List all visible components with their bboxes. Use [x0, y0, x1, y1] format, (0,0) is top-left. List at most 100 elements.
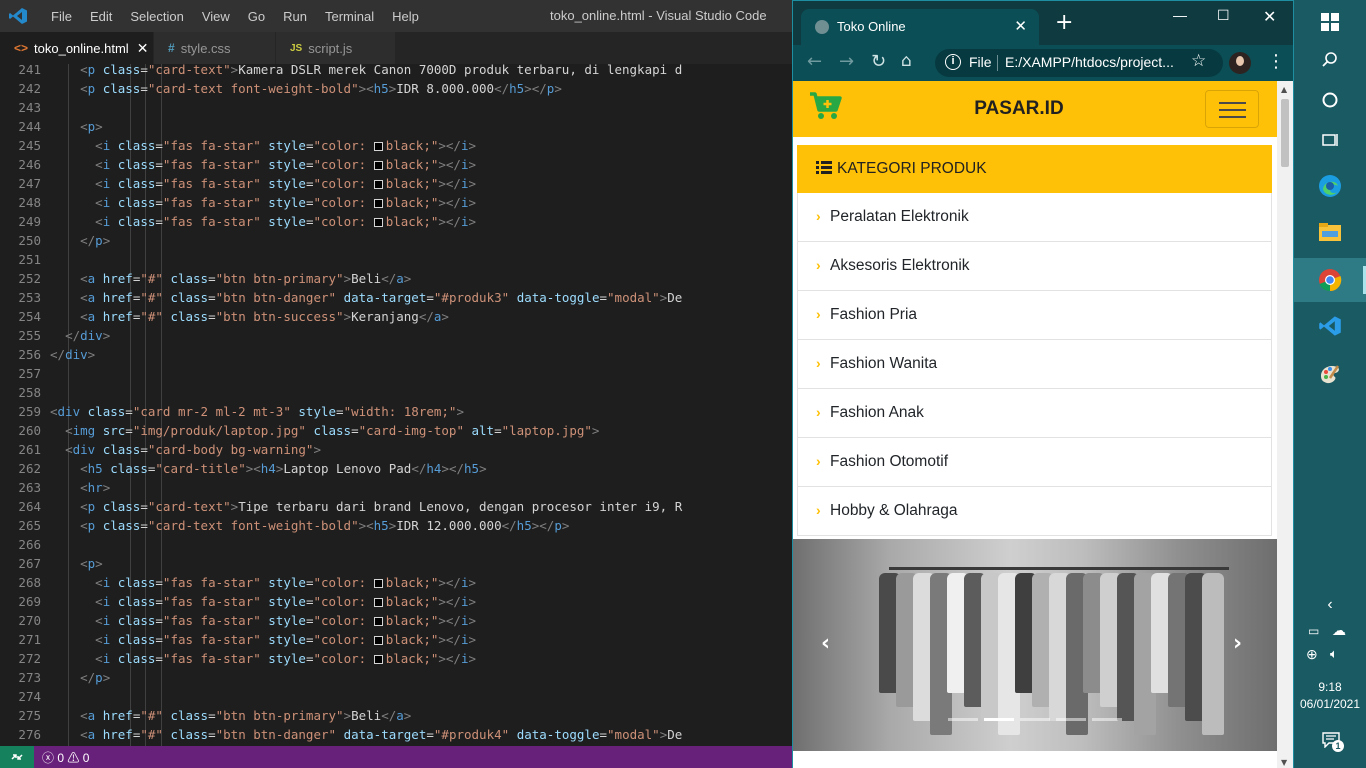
- browser-tab[interactable]: Toko Online ✕: [801, 9, 1039, 45]
- code-line[interactable]: 243: [0, 98, 792, 117]
- code-line[interactable]: 254 <a href="#" class="btn btn-success">…: [0, 307, 792, 326]
- onedrive-cloud-icon[interactable]: ☁: [1332, 622, 1346, 639]
- menu-kebab-icon[interactable]: ⋮: [1267, 51, 1285, 72]
- url-text[interactable]: E:/XAMPP/htdocs/project...: [1005, 54, 1174, 70]
- page-scrollbar[interactable]: ▲ ▼: [1277, 81, 1293, 768]
- code-line[interactable]: 258: [0, 383, 792, 402]
- scroll-up-icon[interactable]: ▲: [1281, 85, 1287, 94]
- show-hidden-icons-chevron-icon[interactable]: ‹: [1294, 596, 1366, 614]
- code-line[interactable]: 250 </p>: [0, 231, 792, 250]
- code-line[interactable]: 264 <p class="card-text">Tipe terbaru da…: [0, 497, 792, 516]
- code-line[interactable]: 253 <a href="#" class="btn btn-danger" d…: [0, 288, 792, 307]
- minimize-icon[interactable]: —: [1173, 7, 1187, 23]
- menu-view[interactable]: View: [193, 9, 239, 24]
- code-line[interactable]: 245 <i class="fas fa-star" style="color:…: [0, 136, 792, 155]
- code-editor[interactable]: 241 <p class="card-text">Kamera DSLR mer…: [0, 64, 792, 746]
- code-line[interactable]: 259 <div class="card mr-2 ml-2 mt-3" styl…: [0, 402, 792, 421]
- code-line[interactable]: 275 <a href="#" class="btn btn-primary">…: [0, 706, 792, 725]
- new-tab-icon[interactable]: +: [1055, 12, 1073, 34]
- edge-icon[interactable]: [1294, 164, 1366, 208]
- search-icon[interactable]: [1294, 38, 1366, 82]
- home-icon[interactable]: ⌂: [901, 51, 912, 71]
- problems-indicator[interactable]: ⓧ 0 ⚠ 0: [42, 749, 89, 766]
- color-swatch-icon[interactable]: [373, 199, 383, 208]
- code-line[interactable]: 252 <a href="#" class="btn btn-primary">…: [0, 269, 792, 288]
- code-line[interactable]: 267 <p>: [0, 554, 792, 573]
- clock-date[interactable]: 06/01/2021: [1294, 697, 1366, 711]
- code-line[interactable]: 261 <div class="card-body bg-warning">: [0, 440, 792, 459]
- category-item[interactable]: › Peralatan Elektronik: [797, 193, 1272, 242]
- carousel-indicator[interactable]: [1056, 718, 1086, 721]
- tab-style-css[interactable]: # style.css: [154, 32, 276, 64]
- carousel-next-icon[interactable]: ›: [1233, 631, 1242, 656]
- address-bar[interactable]: i File E:/XAMPP/htdocs/project...: [935, 49, 1223, 77]
- category-item[interactable]: › Fashion Otomotif: [797, 438, 1272, 487]
- color-swatch-icon[interactable]: [373, 218, 383, 227]
- menu-selection[interactable]: Selection: [121, 9, 192, 24]
- network-globe-icon[interactable]: ⊕: [1306, 646, 1318, 663]
- menu-go[interactable]: Go: [239, 9, 274, 24]
- menu-edit[interactable]: Edit: [81, 9, 121, 24]
- clock-time[interactable]: 9:18: [1294, 680, 1366, 694]
- code-line[interactable]: 273 </p>: [0, 668, 792, 687]
- back-icon[interactable]: ←: [807, 51, 822, 72]
- profile-avatar[interactable]: [1229, 52, 1251, 74]
- code-line[interactable]: 270 <i class="fas fa-star" style="color:…: [0, 611, 792, 630]
- volume-icon[interactable]: 🔈︎: [1330, 646, 1338, 662]
- task-view-icon[interactable]: [1294, 118, 1366, 162]
- code-line[interactable]: 266: [0, 535, 792, 554]
- code-line[interactable]: 251: [0, 250, 792, 269]
- carousel-indicator[interactable]: [1020, 718, 1050, 721]
- menu-file[interactable]: File: [42, 9, 81, 24]
- code-line[interactable]: 255 </div>: [0, 326, 792, 345]
- carousel-prev-icon[interactable]: ‹: [821, 631, 830, 656]
- code-line[interactable]: 271 <i class="fas fa-star" style="color:…: [0, 630, 792, 649]
- battery-icon[interactable]: ▭: [1308, 624, 1319, 638]
- carousel-indicator[interactable]: [1092, 718, 1122, 721]
- code-line[interactable]: 247 <i class="fas fa-star" style="color:…: [0, 174, 792, 193]
- code-line[interactable]: 269 <i class="fas fa-star" style="color:…: [0, 592, 792, 611]
- color-swatch-icon[interactable]: [373, 655, 383, 664]
- code-line[interactable]: 265 <p class="card-text font-weight-bold…: [0, 516, 792, 535]
- info-icon[interactable]: i: [945, 54, 961, 70]
- color-swatch-icon[interactable]: [373, 636, 383, 645]
- file-explorer-icon[interactable]: [1294, 210, 1366, 254]
- code-line[interactable]: 260 <img src="img/produk/laptop.jpg" cla…: [0, 421, 792, 440]
- chrome-icon[interactable]: [1294, 258, 1366, 302]
- code-line[interactable]: 249 <i class="fas fa-star" style="color:…: [0, 212, 792, 231]
- category-item[interactable]: › Aksesoris Elektronik: [797, 242, 1272, 291]
- color-swatch-icon[interactable]: [373, 617, 383, 626]
- code-line[interactable]: 257: [0, 364, 792, 383]
- carousel-indicator[interactable]: [948, 718, 978, 721]
- close-icon[interactable]: ✕: [137, 40, 149, 57]
- menu-run[interactable]: Run: [274, 9, 316, 24]
- close-tab-icon[interactable]: ✕: [1014, 17, 1027, 35]
- paint-icon[interactable]: [1294, 352, 1366, 396]
- color-swatch-icon[interactable]: [373, 142, 383, 151]
- window-close-icon[interactable]: ✕: [1263, 7, 1276, 27]
- code-line[interactable]: 262 <h5 class="card-title"><h4>Laptop Le…: [0, 459, 792, 478]
- scroll-down-icon[interactable]: ▼: [1281, 758, 1287, 767]
- maximize-icon[interactable]: ☐: [1217, 7, 1230, 24]
- code-line[interactable]: 256 </div>: [0, 345, 792, 364]
- color-swatch-icon[interactable]: [373, 161, 383, 170]
- code-line[interactable]: 242 <p class="card-text font-weight-bold…: [0, 79, 792, 98]
- code-line[interactable]: 272 <i class="fas fa-star" style="color:…: [0, 649, 792, 668]
- code-line[interactable]: 246 <i class="fas fa-star" style="color:…: [0, 155, 792, 174]
- forward-icon[interactable]: →: [839, 51, 854, 72]
- site-brand[interactable]: PASAR.ID: [793, 98, 1245, 120]
- code-line[interactable]: 274: [0, 687, 792, 706]
- scroll-thumb[interactable]: [1281, 99, 1289, 167]
- vscode-icon[interactable]: [1294, 304, 1366, 348]
- menu-terminal[interactable]: Terminal: [316, 9, 383, 24]
- notification-center[interactable]: 1: [1294, 730, 1366, 754]
- cortana-icon[interactable]: [1294, 78, 1366, 122]
- tab-toko-online-html[interactable]: <> toko_online.html ✕: [0, 32, 154, 64]
- code-line[interactable]: 268 <i class="fas fa-star" style="color:…: [0, 573, 792, 592]
- color-swatch-icon[interactable]: [373, 598, 383, 607]
- hamburger-menu-icon[interactable]: [1205, 90, 1259, 128]
- code-line[interactable]: 241 <p class="card-text">Kamera DSLR mer…: [0, 64, 792, 79]
- category-item[interactable]: › Fashion Pria: [797, 291, 1272, 340]
- code-line[interactable]: 263 <hr>: [0, 478, 792, 497]
- tab-script-js[interactable]: JS script.js: [276, 32, 396, 64]
